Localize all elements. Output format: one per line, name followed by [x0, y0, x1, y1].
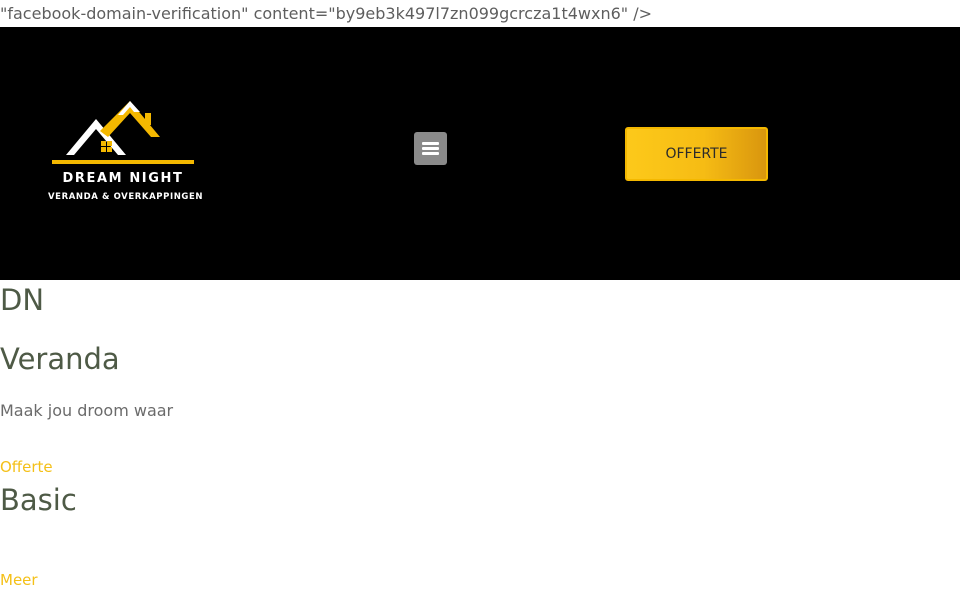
- heading-basic: Basic: [0, 483, 77, 517]
- site-logo[interactable]: DREAM NIGHT VERANDA & OVERKAPPINGEN: [48, 97, 204, 207]
- logo-subtitle: VERANDA & OVERKAPPINGEN: [48, 192, 204, 202]
- site-header: DREAM NIGHT VERANDA & OVERKAPPINGEN OFFE…: [0, 27, 960, 280]
- menu-toggle-button[interactable]: [414, 132, 447, 165]
- meer-link[interactable]: Meer: [0, 569, 38, 591]
- tagline-text: Maak jou droom waar: [0, 401, 174, 420]
- offerte-link[interactable]: Offerte: [0, 456, 53, 478]
- heading-veranda: Veranda: [0, 342, 120, 376]
- meta-verification-text: "facebook-domain-verification" content="…: [0, 4, 653, 23]
- heading-dn: DN: [0, 283, 45, 317]
- logo-title: DREAM NIGHT: [62, 171, 184, 186]
- house-roof-icon: [52, 101, 194, 164]
- offerte-cta-button[interactable]: OFFERTE: [625, 127, 768, 181]
